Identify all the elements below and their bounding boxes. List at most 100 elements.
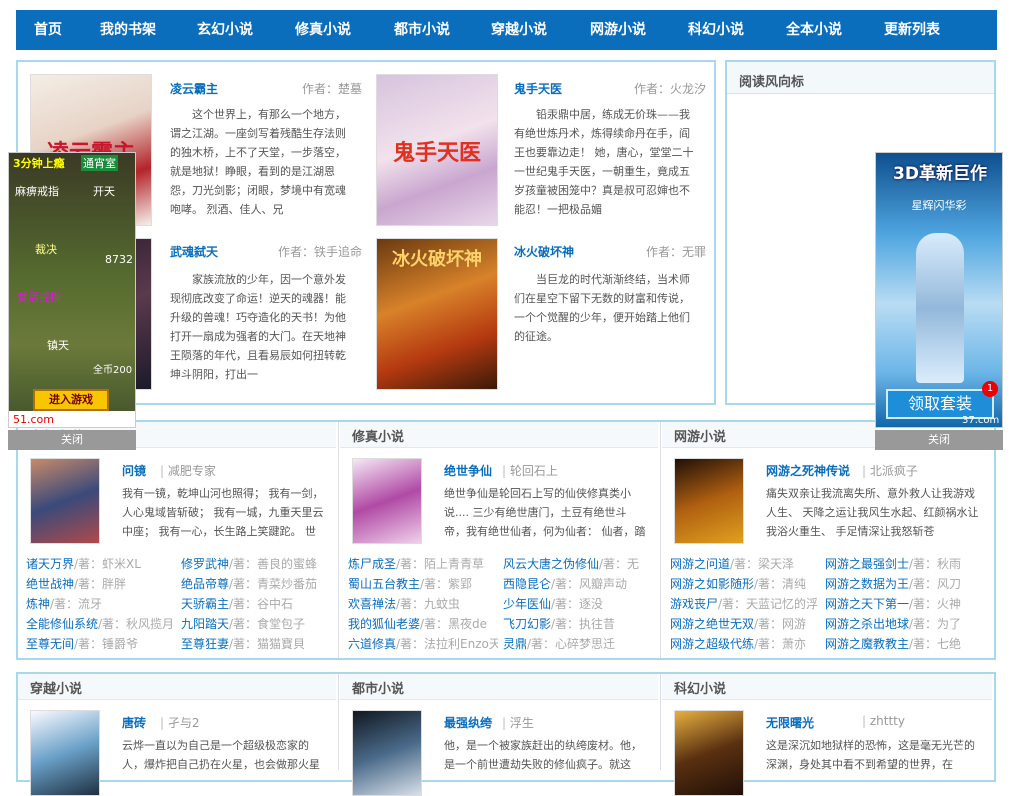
column-header[interactable]: 穿越小说 (30, 678, 82, 697)
list-item[interactable]: 网游之问道/著：梁天泽 (670, 554, 820, 574)
list-item-title[interactable]: 炼神 (26, 597, 50, 611)
list-item[interactable]: 网游之数据为王/著：风刀 (825, 574, 975, 594)
column-header[interactable]: 网游小说 (674, 426, 726, 445)
list-item[interactable]: 我的狐仙老婆/著：黑夜de (348, 614, 498, 634)
list-item[interactable]: 游戏丧尸/著：天蓝记忆的浮 (670, 594, 820, 614)
list-item[interactable]: 欢喜禅法/著：九蚊虫 (348, 594, 498, 614)
left-game-ad[interactable]: 3分钟上瘾 通宵室 麻痹戒指 开天 裁决 8732 复活戒指 镇天 全币200 … (8, 152, 136, 428)
list-item[interactable]: 蜀山五台教主/著：紫郢 (348, 574, 498, 594)
nav-item[interactable]: 科幻小说 (688, 10, 744, 50)
list-item-title[interactable]: 绝世战神 (26, 577, 74, 591)
nav-item[interactable]: 我的书架 (100, 10, 156, 50)
list-item-title[interactable]: 飞刀幻影 (503, 617, 551, 631)
nav-item[interactable]: 都市小说 (394, 10, 450, 50)
list-item-title[interactable]: 网游之天下第一 (825, 597, 909, 611)
list-item[interactable]: 风云大唐之伪修仙/著：无 (503, 554, 653, 574)
list-item[interactable]: 六道修真/著：法拉利Enzo天 (348, 634, 498, 654)
list-item[interactable]: 灵鼎/著：心碎梦思迁 (503, 634, 653, 654)
book-title[interactable]: 鬼手天医 (514, 80, 562, 97)
list-item-title[interactable]: 炼尸成圣 (348, 557, 396, 571)
book-title[interactable]: 武魂弑天 (170, 243, 218, 260)
book-cover[interactable] (30, 710, 100, 796)
list-item[interactable]: 网游之最强剑士/著：秋雨 (825, 554, 975, 574)
book-cover[interactable]: 鬼手天医 (376, 74, 498, 226)
column-header[interactable]: 修真小说 (352, 426, 404, 445)
book-description: 我有一镜，乾坤山河也照得； 我有一剑，人心鬼域皆斩破； 我有一城，九重天里云中座… (122, 487, 324, 538)
book-cover[interactable] (352, 710, 422, 796)
list-item-title[interactable]: 修罗武神 (181, 557, 229, 571)
list-item-title[interactable]: 诸天万界 (26, 557, 74, 571)
list-item[interactable]: 网游之如影随形/著：清纯 (670, 574, 820, 594)
list-item[interactable]: 网游之绝世无双/著：网游 (670, 614, 820, 634)
list-item[interactable]: 至尊无间/著：锤爵爷 (26, 634, 176, 654)
list-item-title[interactable]: 西隐昆仑 (503, 577, 551, 591)
enter-game-button[interactable]: 进入游戏 (33, 389, 109, 411)
book-title[interactable]: 冰火破坏神 (514, 243, 574, 260)
right-ad-close-button[interactable]: 关闭 (875, 430, 1003, 450)
book-title[interactable]: 凌云霸主 (170, 80, 218, 97)
list-item-title[interactable]: 网游之数据为王 (825, 577, 909, 591)
nav-item[interactable]: 更新列表 (884, 10, 940, 50)
side-panel-title: 阅读风向标 (739, 75, 805, 90)
list-item[interactable]: 诸天万界/著：虾米XL (26, 554, 176, 574)
list-item[interactable]: 绝品帝尊/著：青菜炒番茄 (181, 574, 331, 594)
nav-item[interactable]: 全本小说 (786, 10, 842, 50)
book-cover[interactable] (674, 458, 744, 544)
list-item[interactable]: 网游之杀出地球/著：为了 (825, 614, 975, 634)
book-cover[interactable]: 冰火破坏神 (376, 238, 498, 390)
list-item[interactable]: 西隐昆仑/著：风瓣声动 (503, 574, 653, 594)
list-item-title[interactable]: 网游之杀出地球 (825, 617, 909, 631)
list-item[interactable]: 全能修仙系统/著：秋风揽月 (26, 614, 176, 634)
nav-item[interactable]: 网游小说 (590, 10, 646, 50)
list-item-title[interactable]: 我的狐仙老婆 (348, 617, 420, 631)
list-item-title[interactable]: 至尊无间 (26, 637, 74, 651)
book-cover[interactable] (674, 710, 744, 796)
book-cover[interactable] (30, 458, 100, 544)
list-item-title[interactable]: 欢喜禅法 (348, 597, 396, 611)
left-ad-close-button[interactable]: 关闭 (8, 430, 136, 450)
list-item-title[interactable]: 网游之如影随形 (670, 577, 754, 591)
list-item[interactable]: 至尊狂妻/著：猫猫寶貝 (181, 634, 331, 654)
list-item[interactable]: 修罗武神/著：善良的蜜蜂 (181, 554, 331, 574)
list-item[interactable]: 炼神/著：流牙 (26, 594, 176, 614)
list-item-title[interactable]: 六道修真 (348, 637, 396, 651)
nav-item[interactable]: 修真小说 (295, 10, 351, 50)
book-cover[interactable] (352, 458, 422, 544)
right-game-ad[interactable]: 3D革新巨作 星辉闪华彩 领取套装 1 37.com (875, 152, 1003, 428)
nav-item[interactable]: 穿越小说 (491, 10, 547, 50)
list-item[interactable]: 飞刀幻影/著：执往昔 (503, 614, 653, 634)
list-item-author: /著：清纯 (754, 577, 807, 591)
author-name: 北派疯子 (869, 464, 918, 478)
list-item-title[interactable]: 网游之超级代练 (670, 637, 754, 651)
list-item-title[interactable]: 网游之最强剑士 (825, 557, 909, 571)
list-item-title[interactable]: 少年医仙 (503, 597, 551, 611)
list-item-author: /著：执往昔 (551, 617, 616, 631)
list-item[interactable]: 网游之天下第一/著：火神 (825, 594, 975, 614)
list-item[interactable]: 绝世战神/著：胖胖 (26, 574, 176, 594)
list-item-title[interactable]: 游戏丧尸 (670, 597, 718, 611)
list-item[interactable]: 炼尸成圣/著：陌上青青草 (348, 554, 498, 574)
list-item-title[interactable]: 风云大唐之伪修仙 (503, 557, 599, 571)
list-item-title[interactable]: 绝品帝尊 (181, 577, 229, 591)
list-item-author: /著：秋雨 (909, 557, 962, 571)
list-item[interactable]: 网游之魔教教主/著：七绝 (825, 634, 975, 654)
nav-item[interactable]: 玄幻小说 (197, 10, 253, 50)
list-item-title[interactable]: 全能修仙系统 (26, 617, 98, 631)
book-author: 作者：楚墓 (301, 82, 362, 96)
list-item-title[interactable]: 天骄霸主 (181, 597, 229, 611)
list-item[interactable]: 少年医仙/著：逐没 (503, 594, 653, 614)
list-item-title[interactable]: 蜀山五台教主 (348, 577, 420, 591)
nav-item[interactable]: 首页 (34, 10, 62, 50)
list-item-title[interactable]: 网游之问道 (670, 557, 730, 571)
list-item-title[interactable]: 网游之魔教教主 (825, 637, 909, 651)
list-item[interactable]: 网游之超级代练/著：萧亦 (670, 634, 820, 654)
column-header[interactable]: 科幻小说 (674, 678, 726, 697)
list-item[interactable]: 天骄霸主/著：谷中石 (181, 594, 331, 614)
list-item-title[interactable]: 网游之绝世无双 (670, 617, 754, 631)
list-item-title[interactable]: 至尊狂妻 (181, 637, 229, 651)
list-item-title[interactable]: 灵鼎 (503, 637, 527, 651)
list-item-title[interactable]: 九阳踏天 (181, 617, 229, 631)
list-item[interactable]: 九阳踏天/著：食堂包子 (181, 614, 331, 634)
left-ad-item: 全币200 (93, 365, 133, 376)
column-header[interactable]: 都市小说 (352, 678, 404, 697)
